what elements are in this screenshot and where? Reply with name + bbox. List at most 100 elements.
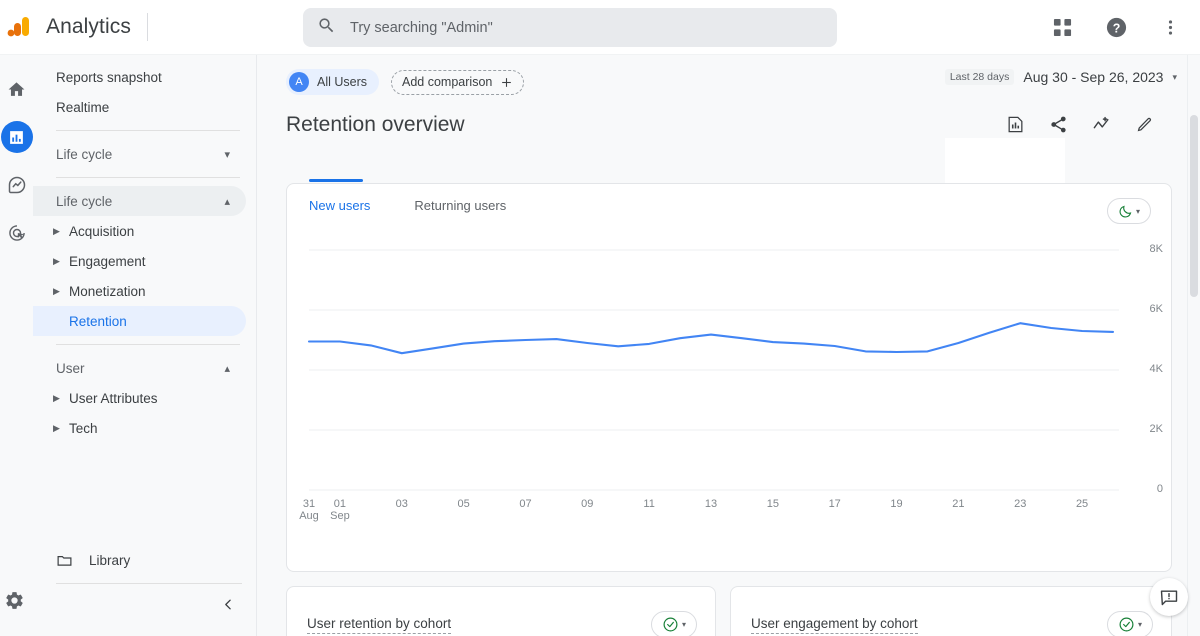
- x-axis-tick: 03: [395, 498, 408, 510]
- check-circle-icon: [1118, 616, 1135, 633]
- sidebar-group-life-cycle-expanded[interactable]: Life cycle ▴: [33, 186, 246, 216]
- share-icon[interactable]: [1047, 113, 1069, 135]
- date-range-badge: Last 28 days: [944, 69, 1015, 85]
- caret-right-icon: ▶: [53, 422, 60, 433]
- x-axis-tick: 13: [704, 498, 718, 510]
- search-input[interactable]: [350, 19, 790, 36]
- help-circle-icon[interactable]: ?: [1098, 10, 1134, 46]
- sidebar-item-library[interactable]: Library: [33, 545, 257, 575]
- active-tab-indicator: [309, 179, 363, 182]
- rail-item-home[interactable]: [1, 73, 33, 105]
- avatar: A: [289, 72, 309, 92]
- sidebar-divider: [56, 583, 242, 584]
- sidebar-item-realtime[interactable]: Realtime: [33, 92, 246, 122]
- caret-right-icon: ▶: [53, 285, 60, 296]
- tab-returning-users[interactable]: Returning users: [414, 198, 506, 219]
- x-axis-tick: 17: [828, 498, 841, 510]
- rail-item-reports[interactable]: [0, 121, 33, 153]
- x-axis-tick: 21: [952, 498, 965, 510]
- sidebar-collapse-button[interactable]: [214, 590, 242, 618]
- chevron-down-icon: ▾: [681, 620, 686, 629]
- date-range-selector[interactable]: Last 28 days Aug 30 - Sep 26, 2023 ▾: [944, 69, 1177, 85]
- sidebar-item-label: Monetization: [69, 283, 146, 299]
- add-comparison-label: Add comparison: [402, 75, 493, 89]
- x-axis-tick: 23: [1014, 498, 1027, 510]
- sidebar-item-retention[interactable]: ▶ Retention: [33, 306, 246, 336]
- insights-icon[interactable]: [1004, 113, 1026, 135]
- x-axis-tick: 25: [1075, 498, 1089, 510]
- topbar-actions: ?: [1044, 0, 1188, 55]
- brand-title: Analytics: [46, 15, 131, 38]
- sidebar-item-label: Retention: [69, 313, 127, 329]
- audience-chip-all-users[interactable]: A All Users: [286, 69, 380, 95]
- search-bar[interactable]: [303, 8, 837, 47]
- sidebar-item-label: Library: [89, 552, 131, 568]
- chevron-down-icon: ▾: [1137, 620, 1142, 629]
- feedback-button[interactable]: [1150, 578, 1188, 616]
- sidebar-item-engagement[interactable]: ▶ Engagement: [33, 246, 246, 276]
- chevron-down-icon: ▾: [1135, 206, 1140, 216]
- caret-right-icon: ▶: [53, 317, 67, 326]
- folder-icon: [56, 552, 73, 569]
- cohort-metric-selector[interactable]: ▾: [1107, 611, 1153, 636]
- new-users-chart-card: New users Returning users ▾ 0 2K 4K 6K 8K 31…: [286, 179, 1173, 574]
- y-axis-tick: 2K: [1149, 423, 1163, 435]
- chart-tabs: New users Returning users: [309, 198, 506, 219]
- sidebar-group-label: User: [56, 360, 85, 376]
- analytics-app: Analytics ?: [0, 0, 1200, 636]
- comparison-chips-row: A All Users Add comparison: [286, 69, 525, 95]
- date-range-text: Aug 30 - Sep 26, 2023: [1023, 69, 1164, 85]
- x-axis-tick: 01 Sep: [330, 498, 350, 522]
- rail-item-settings[interactable]: [4, 590, 25, 616]
- chevron-up-icon: ▴: [224, 195, 230, 208]
- rail-item-explore[interactable]: [1, 169, 33, 201]
- chart-metric-selector[interactable]: ▾: [1107, 198, 1151, 224]
- chevron-up-icon: ▴: [224, 362, 230, 375]
- sidebar-item-label: Reports snapshot: [56, 69, 162, 85]
- page-title: Retention overview: [286, 113, 465, 136]
- sidebar-group-life-cycle-collapsed[interactable]: Life cycle ▾: [33, 139, 246, 169]
- sidebar-nav: Reports snapshot Realtime Life cycle ▾ L…: [33, 55, 257, 636]
- sidebar-group-user[interactable]: User ▴: [33, 353, 246, 383]
- sidebar-item-user-attributes[interactable]: ▶ User Attributes: [33, 383, 246, 413]
- rail-item-advertising[interactable]: [1, 217, 33, 249]
- plus-icon: [500, 76, 513, 89]
- x-axis-tick: 31 Aug: [299, 498, 319, 522]
- analytics-logo-icon[interactable]: [6, 14, 32, 40]
- sidebar-item-label: Engagement: [69, 253, 146, 269]
- edit-pencil-icon[interactable]: [1133, 113, 1155, 135]
- audience-chip-label: All Users: [317, 75, 368, 89]
- search-icon: [317, 16, 336, 40]
- left-icon-rail: [0, 55, 33, 636]
- report-actions: [1004, 113, 1155, 135]
- y-axis-tick: 6K: [1149, 303, 1163, 315]
- cohort-metric-selector[interactable]: ▾: [651, 611, 697, 636]
- x-axis-tick: 05: [457, 498, 470, 510]
- line-chart: [307, 249, 1119, 491]
- chart-plot-area: 0 2K 4K 6K 8K 31 Aug 01 Sep 03 05 07 09 11 13 15 17 19 21…: [287, 243, 1173, 574]
- sidebar-item-acquisition[interactable]: ▶ Acquisition: [33, 216, 246, 246]
- sidebar-item-monetization[interactable]: ▶ Monetization: [33, 276, 246, 306]
- sidebar-item-label: Acquisition: [69, 223, 135, 239]
- x-axis-tick: 11: [643, 498, 655, 510]
- add-comparison-button[interactable]: Add comparison: [391, 69, 525, 95]
- chevron-down-icon: ▾: [1172, 71, 1177, 82]
- sidebar-item-tech[interactable]: ▶ Tech: [33, 413, 246, 443]
- top-bar: Analytics ?: [0, 0, 1200, 55]
- chevron-down-icon: ▾: [224, 148, 230, 161]
- tab-new-users[interactable]: New users: [309, 198, 370, 219]
- sidebar-item-label: Tech: [69, 420, 98, 436]
- x-axis-tick: 19: [890, 498, 903, 510]
- card-title[interactable]: User engagement by cohort: [751, 616, 918, 634]
- svg-text:?: ?: [1112, 21, 1120, 35]
- apps-grid-icon[interactable]: [1044, 10, 1080, 46]
- moon-metric-icon: [1118, 204, 1133, 219]
- card-title[interactable]: User retention by cohort: [307, 616, 452, 634]
- sidebar-item-reports-snapshot[interactable]: Reports snapshot: [33, 62, 246, 92]
- page-scrollbar-thumb[interactable]: [1190, 115, 1198, 297]
- page-scrollbar-track[interactable]: [1187, 55, 1200, 636]
- x-axis-tick: 15: [766, 498, 779, 510]
- compare-trend-icon[interactable]: [1090, 113, 1112, 135]
- y-axis-tick: 0: [1156, 483, 1163, 495]
- more-vert-icon[interactable]: [1152, 10, 1188, 46]
